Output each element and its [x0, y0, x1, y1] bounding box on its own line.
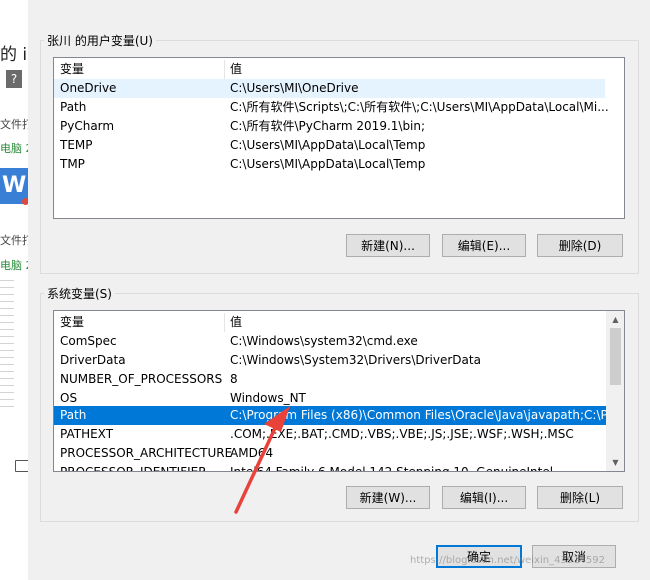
variable-name: TMP	[60, 157, 85, 171]
system-variables-list[interactable]: 变量 值 ComSpec C:\Windows\system32\cmd.exe…	[53, 310, 625, 472]
column-divider[interactable]	[224, 60, 225, 79]
variable-value: C:\Windows\system32\cmd.exe	[230, 334, 418, 348]
user-new-button[interactable]: 新建(N)...	[346, 234, 430, 257]
column-header-value[interactable]: 值	[230, 60, 242, 79]
scroll-up-icon[interactable]: ▲	[607, 311, 624, 328]
background-text: 文件打	[0, 118, 28, 131]
system-delete-button[interactable]: 删除(L)	[537, 486, 623, 509]
variable-value: C:\所有软件\PyCharm 2019.1\bin;	[230, 119, 426, 133]
background-text: 电脑 20	[0, 142, 28, 155]
column-header-variable[interactable]: 变量	[60, 313, 84, 332]
variable-name: PROCESSOR_ARCHITECTURE	[60, 446, 233, 460]
background-window: 的 iP ? 文件打 电脑 20 W 文件打 电脑 2	[0, 0, 29, 580]
table-row[interactable]: ComSpec C:\Windows\system32\cmd.exe	[54, 332, 606, 351]
background-text: 电脑 2	[0, 259, 28, 272]
variable-value: C:\Users\MI\OneDrive	[230, 81, 359, 95]
variable-value: .COM;.EXE;.BAT;.CMD;.VBS;.VBE;.JS;.JSE;.…	[230, 427, 574, 441]
variable-name: DriverData	[60, 353, 126, 367]
table-row[interactable]: PyCharm C:\所有软件\PyCharm 2019.1\bin;	[54, 117, 624, 136]
folder-icon	[15, 460, 28, 472]
variable-value: C:\所有软件\Scripts\;C:\所有软件\;C:\Users\MI\Ap…	[230, 100, 609, 114]
table-row[interactable]: PROCESSOR_ARCHITECTURE AMD64	[54, 444, 606, 463]
background-text: 文件打	[0, 234, 28, 247]
system-new-button[interactable]: 新建(W)...	[346, 486, 430, 509]
variable-value: Intel64 Family 6 Model 142 Stepping 10, …	[230, 465, 554, 472]
background-title-text: 的 iP	[0, 45, 28, 65]
scroll-down-icon[interactable]: ▼	[607, 454, 624, 471]
table-row[interactable]: PATHEXT .COM;.EXE;.BAT;.CMD;.VBS;.VBE;.J…	[54, 425, 606, 444]
table-row[interactable]: TEMP C:\Users\MI\AppData\Local\Temp	[54, 136, 624, 155]
user-variables-list[interactable]: 变量 值 OneDrive C:\Users\MI\OneDrive Path …	[53, 57, 625, 219]
column-header-value[interactable]: 值	[230, 313, 242, 332]
variable-name: PyCharm	[60, 119, 115, 133]
user-delete-button[interactable]: 删除(D)	[537, 234, 623, 257]
background-lines	[0, 280, 14, 410]
table-row[interactable]: Path C:\所有软件\Scripts\;C:\所有软件\;C:\Users\…	[54, 98, 624, 117]
help-icon: ?	[6, 70, 22, 88]
variable-name: Path	[60, 408, 87, 422]
variable-value: C:\Windows\System32\Drivers\DriverData	[230, 353, 481, 367]
column-header-variable[interactable]: 变量	[60, 60, 84, 79]
table-row[interactable]: NUMBER_OF_PROCESSORS 8	[54, 370, 606, 389]
variable-value: AMD64	[230, 446, 274, 460]
table-row[interactable]: DriverData C:\Windows\System32\Drivers\D…	[54, 351, 606, 370]
watermark: https://blog.csdn.net/weixin_43914592	[410, 555, 606, 566]
variable-value: 8	[230, 372, 238, 386]
user-edit-button[interactable]: 编辑(E)...	[442, 234, 526, 257]
variable-value: C:\Users\MI\AppData\Local\Temp	[230, 157, 426, 171]
variable-name: NUMBER_OF_PROCESSORS	[60, 372, 223, 386]
user-variables-title: 张川 的用户变量(U)	[44, 32, 156, 49]
table-row[interactable]: OneDrive C:\Users\MI\OneDrive	[54, 79, 605, 98]
vertical-scrollbar[interactable]: ▲ ▼	[606, 311, 624, 471]
variable-name: TEMP	[60, 138, 93, 152]
variable-value: C:\Users\MI\AppData\Local\Temp	[230, 138, 426, 152]
environment-variables-dialog: 张川 的用户变量(U) 变量 值 OneDrive C:\Users\MI\On…	[28, 0, 650, 580]
table-row[interactable]: PROCESSOR_IDENTIFIER Intel64 Family 6 Mo…	[54, 463, 606, 472]
system-variables-title: 系统变量(S)	[44, 285, 115, 302]
list-header: 变量 值	[54, 60, 624, 79]
column-divider[interactable]	[224, 313, 225, 332]
variable-name: Path	[60, 100, 87, 114]
variable-name: PROCESSOR_IDENTIFIER	[60, 465, 207, 472]
variable-name: PATHEXT	[60, 427, 114, 441]
variable-name: OneDrive	[60, 81, 117, 95]
system-edit-button[interactable]: 编辑(I)...	[442, 486, 526, 509]
variable-name: ComSpec	[60, 334, 117, 348]
list-header: 变量 值	[54, 313, 606, 332]
table-row[interactable]: TMP C:\Users\MI\AppData\Local\Temp	[54, 155, 624, 174]
variable-value: C:\Program Files (x86)\Common Files\Orac…	[230, 408, 623, 422]
table-row-selected[interactable]: Path C:\Program Files (x86)\Common Files…	[54, 406, 623, 425]
scrollbar-thumb[interactable]	[610, 328, 621, 385]
